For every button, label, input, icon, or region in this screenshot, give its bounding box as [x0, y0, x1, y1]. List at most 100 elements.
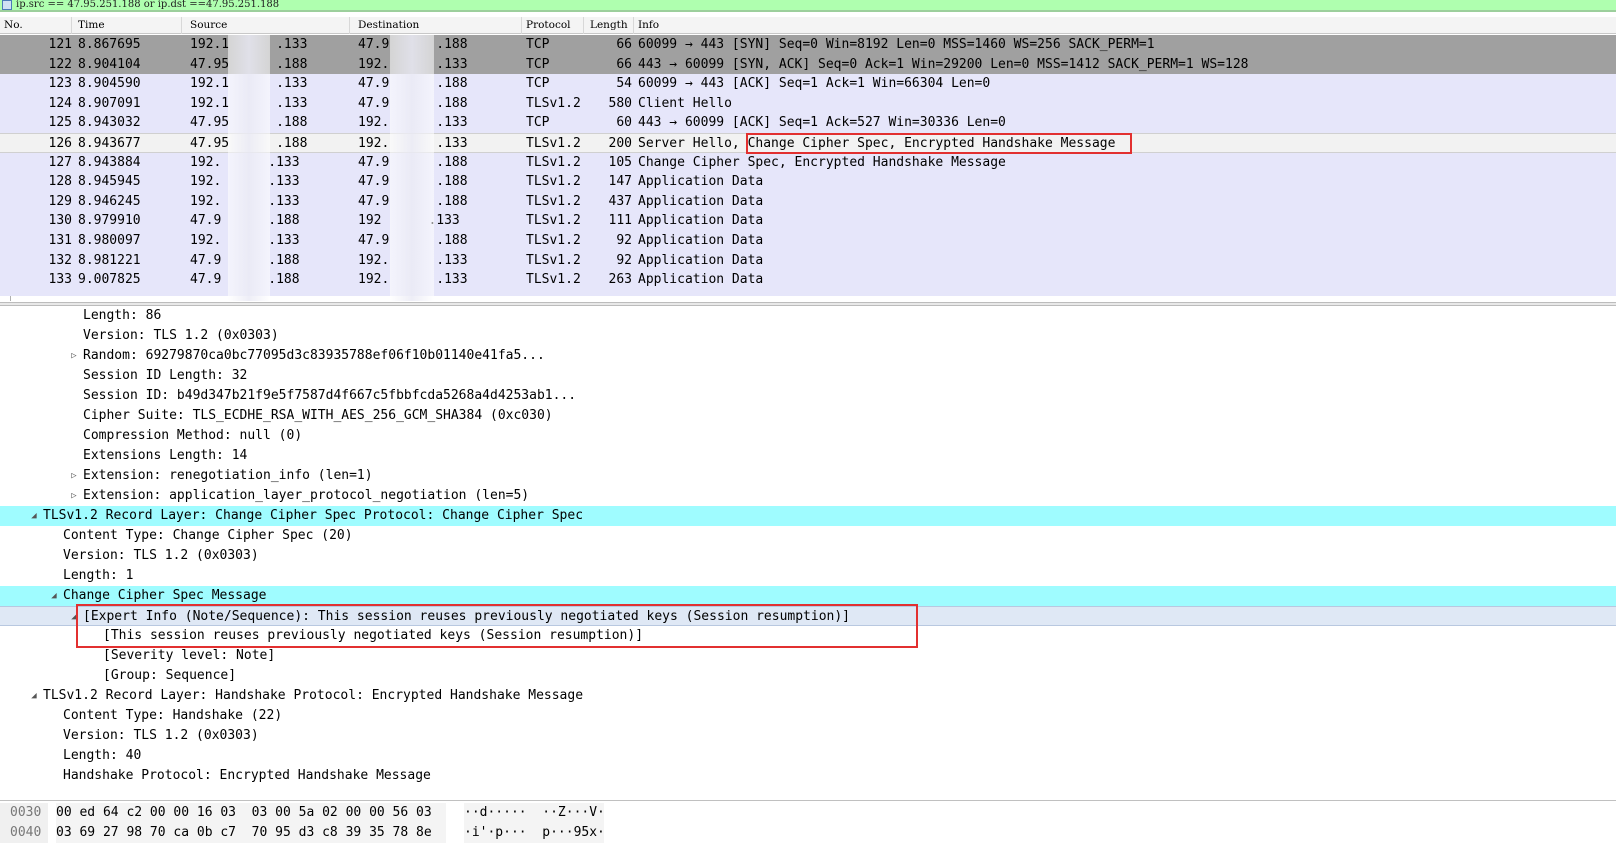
packet-row[interactable]: 125 8.943032 47.95 .188 192. .133 TCP 60 443 →…: [0, 113, 1616, 134]
column-header-time[interactable]: Time: [74, 17, 182, 34]
packet-row[interactable]: 129 8.946245 192. .133 47.9 .188 TLSv1.2 437 A…: [0, 191, 1616, 212]
detail-tree-item[interactable]: ◢ [Expert Info (Note/Sequence): This sess…: [0, 606, 1616, 626]
detail-tree-item[interactable]: Version: TLS 1.2 (0x0303): [0, 546, 1616, 566]
detail-tree-item[interactable]: Content Type: Change Cipher Spec (20): [0, 526, 1616, 546]
packet-info: 443 → 60099 [ACK] Seq=1 Ack=527 Win=3033…: [638, 115, 1006, 131]
ascii-bytes[interactable]: ··d····· ··Z···V·: [464, 803, 605, 823]
packet-length: 200: [608, 136, 632, 151]
packet-list[interactable]: 121 8.867695 192.1 .133 47.9 .188 TCP 66 60099…: [0, 35, 1616, 301]
packet-time: 8.904104: [78, 56, 141, 72]
packet-protocol: TLSv1.2: [526, 252, 581, 268]
detail-tree-item[interactable]: [Group: Sequence]: [0, 666, 1616, 686]
detail-tree-item[interactable]: [This session reuses previously negotiat…: [0, 626, 1616, 646]
packet-row[interactable]: 130 8.979910 47.9 .188 192 .133 TLSv1.2 111 Ap…: [0, 211, 1616, 232]
detail-tree-label: TLSv1.2 Record Layer: Change Cipher Spec…: [43, 508, 584, 523]
packet-length: 147: [608, 174, 632, 190]
packet-number: 122: [48, 56, 72, 72]
packet-number: 129: [48, 193, 72, 209]
expand-arrow-icon[interactable]: ▷: [68, 486, 80, 506]
packet-number: 125: [48, 115, 72, 131]
packet-source: 192.1 .133: [190, 76, 308, 92]
packet-info: Change Cipher Spec, Encrypted Handshake …: [638, 154, 1006, 170]
packet-protocol: TLSv1.2: [526, 154, 581, 170]
ascii-bytes[interactable]: ·i'·p··· p···95x·: [464, 823, 605, 843]
packet-number: 124: [48, 95, 72, 111]
packet-length: 105: [608, 154, 632, 170]
packet-row[interactable]: 124 8.907091 192.1 .133 47.9 .188 TLSv1.2 580…: [0, 93, 1616, 114]
packet-protocol: TLSv1.2: [526, 272, 581, 288]
column-header-protocol[interactable]: Protocol: [522, 17, 584, 34]
detail-tree-item[interactable]: Extensions Length: 14: [0, 446, 1616, 466]
column-header-destination[interactable]: Destination: [354, 17, 522, 34]
detail-tree-label: Content Type: Change Cipher Spec (20): [63, 528, 353, 543]
packet-row[interactable]: 131 8.980097 192. .133 47.9 .188 TLSv1.2 92 Ap…: [0, 231, 1616, 251]
detail-tree-item[interactable]: Handshake Protocol: Encrypted Handshake …: [0, 766, 1616, 786]
packet-source: 47.9 .188: [190, 252, 300, 268]
display-filter-input[interactable]: ip.src == 47.95.251.188 or ip.dst ==47.9…: [16, 0, 279, 10]
detail-tree-item[interactable]: ▷ Random: 69279870ca0bc77095d3c83935788ef…: [0, 346, 1616, 366]
detail-tree-item[interactable]: Version: TLS 1.2 (0x0303): [0, 726, 1616, 746]
packet-number: 123: [48, 76, 72, 92]
detail-tree-item[interactable]: ◢ TLSv1.2 Record Layer: Handshake Protoco…: [0, 686, 1616, 706]
detail-tree-item[interactable]: Length: 40: [0, 746, 1616, 766]
hex-bytes[interactable]: 00 ed 64 c2 00 00 16 03 03 00 5a 02 00 0…: [56, 803, 446, 823]
packet-row[interactable]: 133 9.007825 47.9 .188 192. .133 TLSv1.2 263 A…: [0, 270, 1616, 291]
packet-destination: 47.9 .188: [358, 233, 468, 248]
packet-number: 130: [48, 213, 72, 229]
display-filter-bar[interactable]: ip.src == 47.95.251.188 or ip.dst ==47.9…: [0, 0, 1616, 12]
packet-source: 192.1 .133: [190, 37, 308, 52]
packet-source: 192. .133: [190, 174, 300, 190]
column-header-info[interactable]: Info: [634, 17, 1616, 34]
detail-tree-item[interactable]: Length: 86: [0, 306, 1616, 326]
detail-tree-item[interactable]: Content Type: Handshake (22): [0, 706, 1616, 726]
packet-row[interactable]: 132 8.981221 47.9 .188 192. .133 TLSv1.2 92 Ap…: [0, 250, 1616, 271]
hex-dump-row[interactable]: 0030 00 ed 64 c2 00 00 16 03 03 00 5a 02 …: [0, 803, 610, 823]
packet-length: 437: [608, 193, 632, 209]
detail-tree-item[interactable]: Session ID Length: 32: [0, 366, 1616, 386]
detail-tree-label: Cipher Suite: TLS_ECDHE_RSA_WITH_AES_256…: [83, 408, 553, 423]
detail-tree-item[interactable]: [Severity level: Note]: [0, 646, 1616, 666]
detail-tree-item[interactable]: Compression Method: null (0): [0, 426, 1616, 446]
column-header-no[interactable]: No.: [0, 17, 72, 34]
detail-tree-item[interactable]: Cipher Suite: TLS_ECDHE_RSA_WITH_AES_256…: [0, 406, 1616, 426]
detail-tree-item[interactable]: Version: TLS 1.2 (0x0303): [0, 326, 1616, 346]
collapse-arrow-icon[interactable]: ◢: [28, 506, 40, 526]
collapse-arrow-icon[interactable]: ◢: [48, 586, 60, 606]
packet-source: 47.95 .188: [190, 115, 308, 131]
expand-arrow-icon[interactable]: ▷: [68, 346, 80, 366]
packet-row[interactable]: 127 8.943884 192. .133 47.9 .188 TLSv1.2 105 C…: [0, 152, 1616, 173]
packet-row[interactable]: 128 8.945945 192. .133 47.9 .188 TLSv1.2 147 A…: [0, 172, 1616, 193]
packet-destination: 47.9 .188: [358, 95, 468, 111]
packet-row[interactable]: 122 8.904104 47.95 .188 192. .133 TCP 66 443 →…: [0, 54, 1616, 75]
detail-tree-label: [Severity level: Note]: [103, 648, 276, 663]
packet-row[interactable]: 126 8.943677 47.95 .188 192. .133 TLSv1.2 200…: [0, 133, 1616, 153]
packet-row[interactable]: 123 8.904590 192.1 .133 47.9 .188 TCP 54 60099…: [0, 74, 1616, 95]
hex-dump-row[interactable]: 0040 03 69 27 98 70 ca 0b c7 70 95 d3 c8 …: [0, 823, 610, 843]
detail-tree-item[interactable]: ◢ TLSv1.2 Record Layer: Change Cipher Spe…: [0, 506, 1616, 526]
packet-row-partial[interactable]: [0, 289, 1616, 296]
packet-info: Server Hello, Change Cipher Spec, Encryp…: [638, 136, 1116, 151]
packet-row[interactable]: 121 8.867695 192.1 .133 47.9 .188 TCP 66 60099…: [0, 35, 1616, 55]
packet-bytes-pane[interactable]: 0030 00 ed 64 c2 00 00 16 03 03 00 5a 02 …: [0, 800, 1616, 846]
expand-arrow-icon[interactable]: ▷: [68, 466, 80, 486]
column-header-length[interactable]: Length: [586, 17, 634, 34]
packet-length: 92: [616, 252, 632, 268]
collapse-arrow-icon[interactable]: ◢: [68, 607, 80, 627]
packet-details-tree[interactable]: Length: 86 Version: TLS 1.2 (0x0303) ▷ Rand…: [0, 306, 1616, 799]
detail-tree-item[interactable]: ▷ Extension: renegotiation_info (len=1): [0, 466, 1616, 486]
bookmark-icon[interactable]: [2, 0, 12, 10]
column-header-source[interactable]: Source: [186, 17, 350, 34]
detail-tree-item[interactable]: Length: 1: [0, 566, 1616, 586]
detail-tree-item[interactable]: ▷ Extension: application_layer_protocol_n…: [0, 486, 1616, 506]
detail-tree-item[interactable]: ◢ Change Cipher Spec Message: [0, 586, 1616, 606]
packet-info: Application Data: [638, 174, 764, 190]
detail-tree-label: [Expert Info (Note/Sequence): This sessi…: [83, 609, 851, 624]
hex-bytes[interactable]: 03 69 27 98 70 ca 0b c7 70 95 d3 c8 39 3…: [56, 823, 446, 843]
detail-tree-label: Length: 40: [63, 748, 142, 763]
collapse-arrow-icon[interactable]: ◢: [28, 686, 40, 706]
packet-destination: 47.9 .188: [358, 193, 468, 209]
packet-length: 580: [608, 95, 632, 111]
hex-offset: 0040: [0, 823, 48, 843]
detail-tree-label: Compression Method: null (0): [83, 428, 303, 443]
detail-tree-item[interactable]: Session ID: b49d347b21f9e5f7587d4f667c5f…: [0, 386, 1616, 406]
